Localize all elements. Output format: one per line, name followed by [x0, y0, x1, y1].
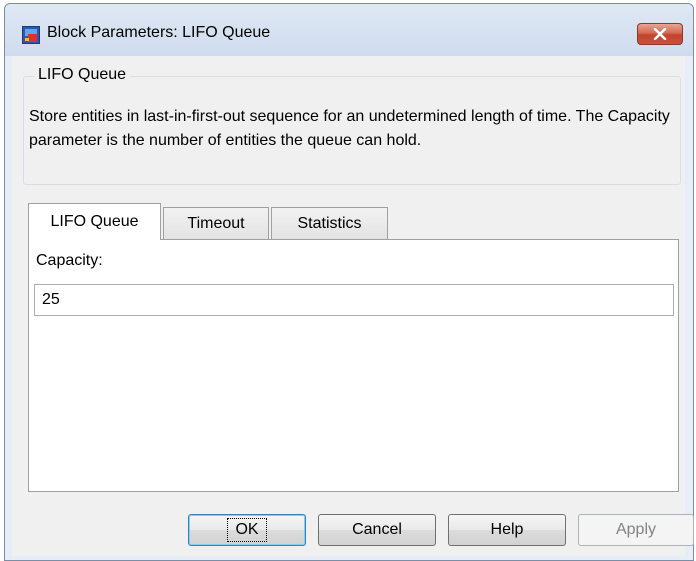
dialog-window: Block Parameters: LIFO Queue LIFO Queue …: [4, 3, 694, 561]
close-button[interactable]: [637, 23, 683, 45]
capacity-input[interactable]: [34, 284, 674, 316]
group-title: LIFO Queue: [34, 66, 131, 84]
cancel-button[interactable]: Cancel: [318, 514, 436, 546]
apply-button-label: Apply: [615, 521, 657, 538]
capacity-label: Capacity:: [36, 252, 103, 269]
tab-panel: Capacity:: [28, 239, 679, 492]
tab-label: Timeout: [187, 214, 245, 232]
ok-button-label: OK: [227, 518, 267, 542]
title-bar[interactable]: Block Parameters: LIFO Queue: [5, 4, 693, 56]
tab-label: LIFO Queue: [50, 213, 139, 230]
description-group: LIFO Queue Store entities in last-in-fir…: [23, 66, 681, 185]
apply-button[interactable]: Apply: [578, 514, 694, 546]
tab-lifo-queue[interactable]: LIFO Queue: [28, 203, 161, 240]
ok-button[interactable]: OK: [188, 514, 306, 546]
simulink-block-icon: [22, 26, 40, 44]
tab-label: Statistics: [297, 214, 362, 232]
block-description: Store entities in last-in-first-out sequ…: [29, 108, 670, 149]
tab-statistics[interactable]: Statistics: [271, 207, 388, 239]
help-button[interactable]: Help: [448, 514, 566, 546]
close-icon: [653, 28, 667, 40]
dialog-client-area: LIFO Queue Store entities in last-in-fir…: [12, 56, 694, 556]
cancel-button-label: Cancel: [352, 521, 402, 538]
window-title: Block Parameters: LIFO Queue: [47, 24, 271, 41]
help-button-label: Help: [490, 521, 524, 538]
tab-timeout[interactable]: Timeout: [163, 207, 269, 239]
